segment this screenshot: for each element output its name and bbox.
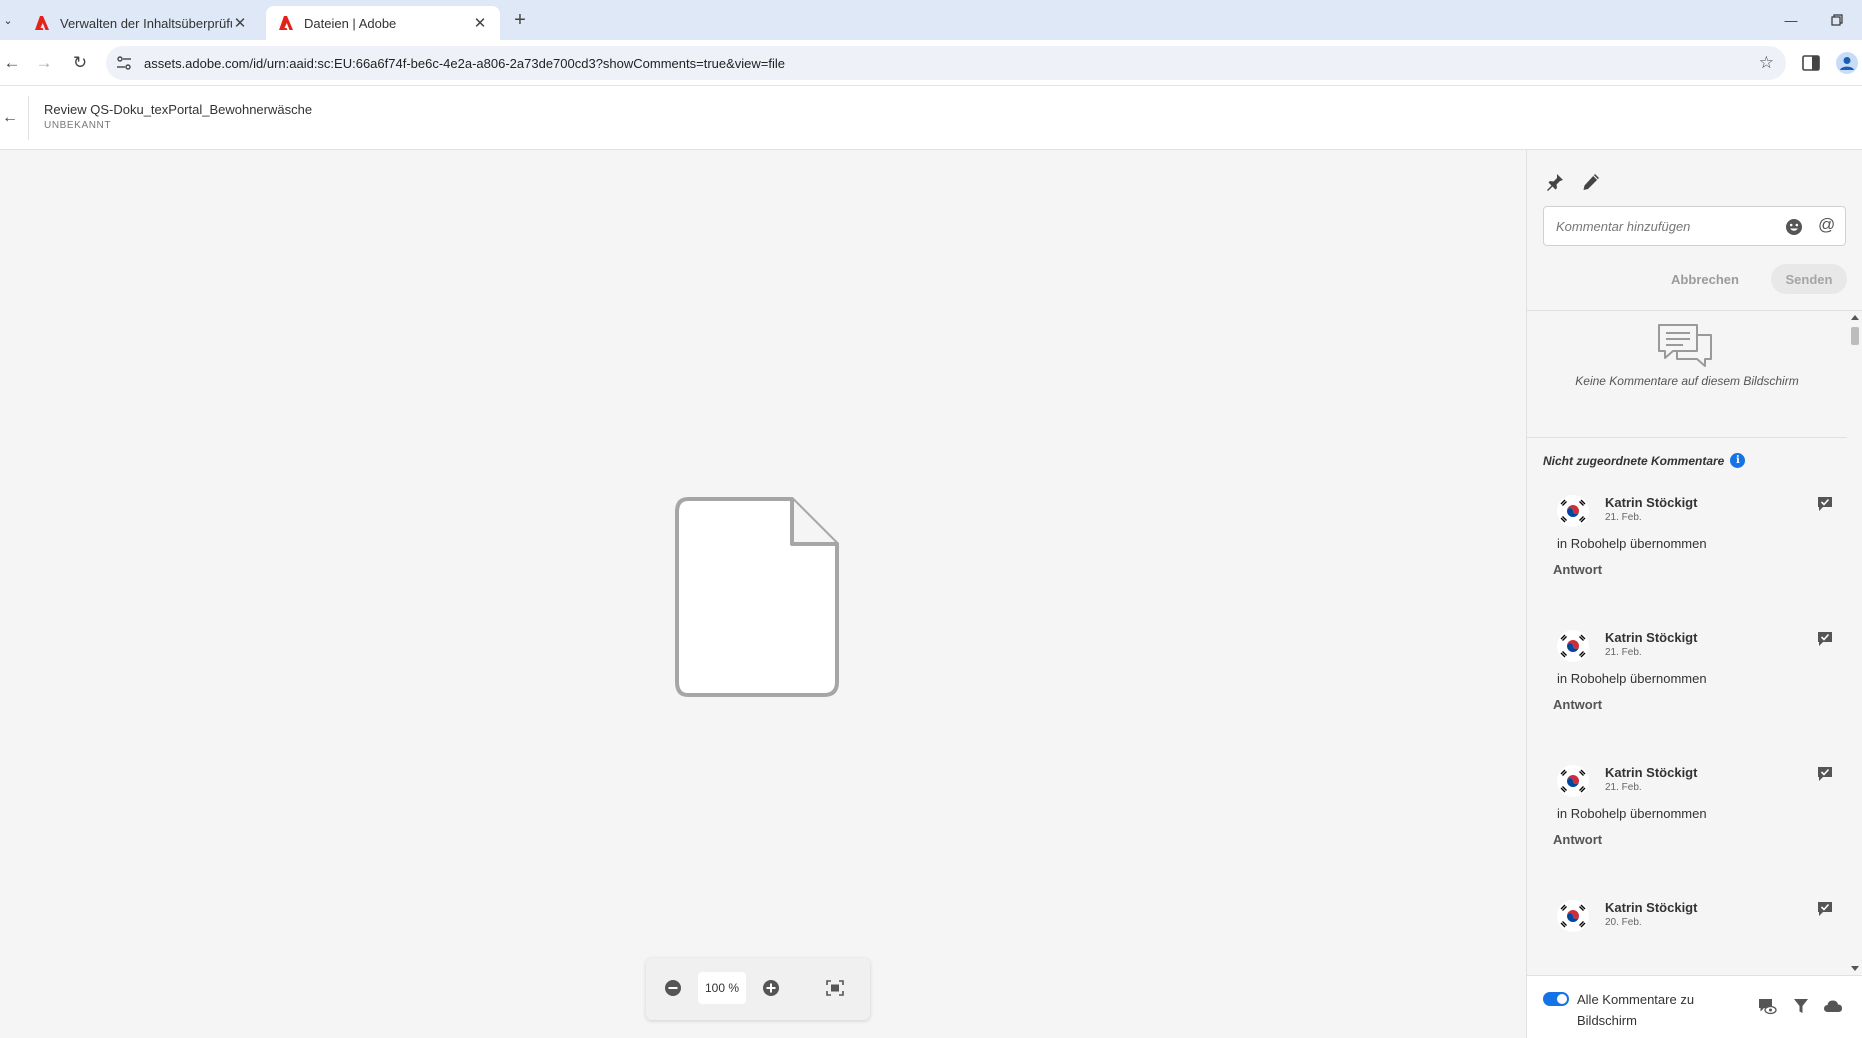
comment-item[interactable]: Katrin Stöckigt 21. Feb. in Robohelp übe…: [1527, 755, 1847, 890]
reply-button[interactable]: Antwort: [1553, 832, 1602, 847]
tab-dateien-adobe[interactable]: Dateien | Adobe ✕: [266, 6, 500, 40]
comments-scrollbar[interactable]: [1847, 311, 1862, 975]
tab-inhaltsueberpruefung[interactable]: Verwalten der Inhaltsüberprüfung ✕: [22, 6, 260, 40]
browser-tab-bar: ⌄ Verwalten der Inhaltsüberprüfung ✕ Dat…: [0, 0, 1862, 40]
comment-item[interactable]: Katrin Stöckigt 21. Feb. in Robohelp übe…: [1527, 485, 1847, 620]
emoji-icon[interactable]: [1785, 218, 1803, 236]
comment-date: 21. Feb.: [1605, 512, 1642, 523]
mention-at-icon[interactable]: @: [1818, 215, 1835, 235]
reply-button[interactable]: Antwort: [1553, 562, 1602, 577]
toggle-label: Alle Kommentare zu Bildschirm: [1577, 992, 1695, 1028]
url-text: assets.adobe.com/id/urn:aaid:sc:EU:66a6f…: [144, 55, 786, 71]
comment-input-field[interactable]: @: [1543, 206, 1846, 246]
bookmark-star-icon[interactable]: ☆: [1759, 53, 1774, 73]
comments-panel: @ Abbrechen Senden Keine Kommentare auf …: [1526, 150, 1862, 1038]
comment-input[interactable]: [1556, 218, 1785, 234]
show-all-comments-toggle[interactable]: [1543, 992, 1569, 1006]
reply-button[interactable]: Antwort: [1553, 697, 1602, 712]
zoom-out-icon[interactable]: [662, 977, 684, 999]
annotation-tools: [1545, 172, 1601, 192]
comment-date: 20. Feb.: [1605, 917, 1642, 928]
profile-avatar-icon[interactable]: [1836, 52, 1858, 74]
fit-to-screen-icon[interactable]: [824, 977, 846, 999]
adobe-favicon-icon: [279, 16, 293, 30]
comment-author: Katrin Stöckigt: [1605, 765, 1698, 780]
avatar-icon: [1557, 495, 1589, 527]
zoom-level[interactable]: 100 %: [698, 972, 746, 1004]
info-icon[interactable]: i: [1730, 453, 1746, 468]
comments-footer: Alle Kommentare zu Bildschirm: [1527, 975, 1862, 1038]
back-arrow-icon[interactable]: ←: [0, 108, 20, 128]
address-bar[interactable]: assets.adobe.com/id/urn:aaid:sc:EU:66a6f…: [106, 46, 1786, 80]
cloud-icon[interactable]: [1823, 996, 1843, 1016]
mark-resolved-icon[interactable]: [1817, 496, 1833, 512]
comment-date: 21. Feb.: [1605, 647, 1642, 658]
scroll-down-arrow-icon[interactable]: [1851, 966, 1859, 971]
filter-icon[interactable]: [1791, 996, 1811, 1016]
adobe-favicon-icon: [35, 16, 49, 30]
comment-text: in Robohelp übernommen: [1557, 806, 1707, 821]
mark-resolved-icon[interactable]: [1817, 766, 1833, 782]
comment-author: Katrin Stöckigt: [1605, 630, 1698, 645]
tab-title: Verwalten der Inhaltsüberprüfung: [60, 15, 232, 31]
avatar-icon: [1557, 765, 1589, 797]
comments-list[interactable]: Keine Kommentare auf diesem Bildschirm N…: [1527, 311, 1847, 975]
page-title: Review QS-Doku_texPortal_Bewohnerwäsche: [44, 102, 313, 117]
review-header: ← Review QS-Doku_texPortal_Bewohnerwäsch…: [0, 86, 1862, 150]
empty-state-text: Keine Kommentare auf diesem Bildschirm: [1575, 374, 1799, 388]
tab-close-icon[interactable]: ✕: [232, 14, 248, 32]
restore-window-icon[interactable]: [1822, 8, 1852, 32]
zoom-controls: 100 %: [646, 958, 870, 1020]
comment-item[interactable]: Katrin Stöckigt 21. Feb. in Robohelp übe…: [1527, 620, 1847, 755]
back-arrow-icon[interactable]: ←: [0, 51, 24, 75]
mark-resolved-icon[interactable]: [1817, 631, 1833, 647]
comment-text: in Robohelp übernommen: [1557, 536, 1707, 551]
speech-bubbles-icon: [1658, 324, 1712, 367]
avatar-icon: [1557, 630, 1589, 662]
pencil-icon[interactable]: [1581, 172, 1601, 192]
tab-title: Dateien | Adobe: [304, 15, 397, 31]
hide-comments-icon[interactable]: [1757, 996, 1777, 1016]
unassigned-comments-label: Nicht zugeordnete Kommentare: [1543, 453, 1725, 468]
comment-author: Katrin Stöckigt: [1605, 495, 1698, 510]
tab-close-icon[interactable]: ✕: [472, 14, 488, 32]
file-placeholder-icon: [675, 497, 839, 697]
side-panel-icon[interactable]: [1800, 52, 1822, 74]
section-divider: [1527, 437, 1847, 438]
zoom-in-icon[interactable]: [760, 977, 782, 999]
new-tab-plus-icon[interactable]: +: [508, 8, 532, 32]
mark-resolved-icon[interactable]: [1817, 901, 1833, 917]
page-subtitle: UNBEKANNT: [44, 120, 112, 131]
reload-icon[interactable]: ↻: [68, 51, 92, 75]
minimize-window-icon[interactable]: —: [1776, 8, 1806, 32]
comment-date: 21. Feb.: [1605, 782, 1642, 793]
cancel-button[interactable]: Abbrechen: [1657, 264, 1753, 294]
file-viewer-canvas: 100 %: [0, 150, 1526, 1038]
tab-search-chevron-icon[interactable]: ⌄: [0, 8, 16, 32]
scrollbar-thumb[interactable]: [1851, 327, 1859, 345]
pin-icon[interactable]: [1545, 172, 1565, 192]
site-settings-icon[interactable]: [116, 55, 132, 71]
comment-author: Katrin Stöckigt: [1605, 900, 1698, 915]
avatar-icon: [1557, 900, 1589, 932]
scroll-up-arrow-icon[interactable]: [1851, 315, 1859, 320]
browser-toolbar: ← → ↻ assets.adobe.com/id/urn:aaid:sc:EU…: [0, 40, 1862, 86]
unassigned-comments-heading: Nicht zugeordnete Kommentare i: [1543, 453, 1746, 468]
send-button[interactable]: Senden: [1771, 264, 1847, 294]
comment-text: in Robohelp übernommen: [1557, 671, 1707, 686]
comment-item[interactable]: Katrin Stöckigt 20. Feb.: [1527, 890, 1847, 975]
header-divider: [28, 96, 29, 140]
forward-arrow-icon[interactable]: →: [32, 51, 56, 75]
